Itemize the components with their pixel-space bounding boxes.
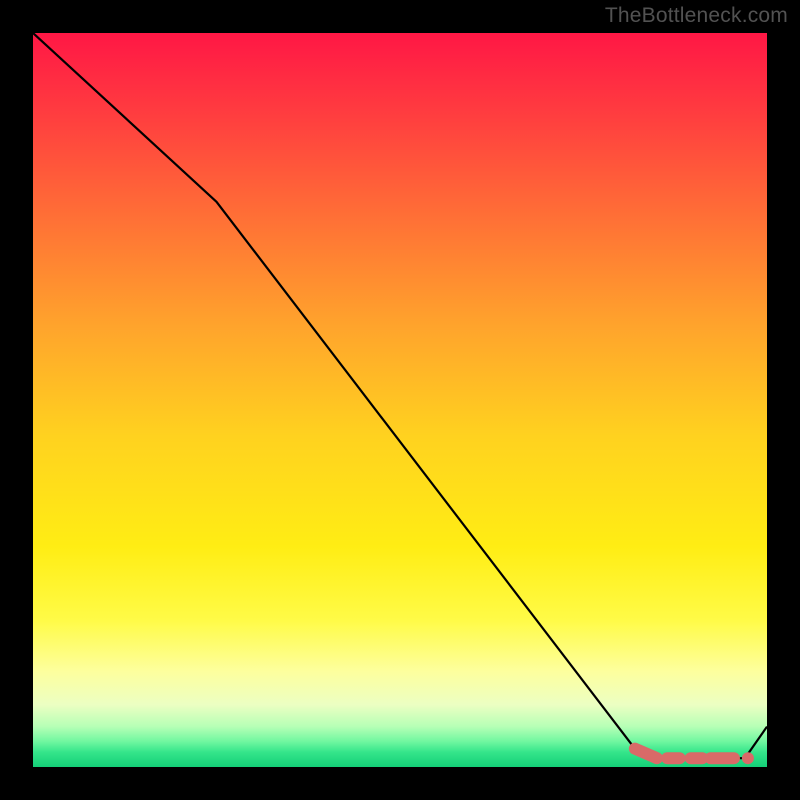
bottleneck-chart (33, 33, 767, 767)
gradient-background (33, 33, 767, 767)
attribution-text: TheBottleneck.com (605, 4, 788, 28)
plot-area (33, 33, 767, 767)
chart-frame: TheBottleneck.com (0, 0, 800, 800)
